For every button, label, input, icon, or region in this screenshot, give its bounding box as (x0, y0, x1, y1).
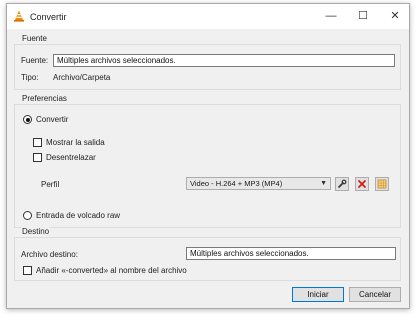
append-converted-checkbox[interactable] (23, 266, 32, 275)
destination-group: Destino Archivo destino: Múltiples archi… (14, 227, 401, 281)
vlc-cone-icon (14, 10, 24, 22)
minimize-button[interactable]: — (315, 4, 347, 29)
source-label: Fuente: (21, 56, 49, 65)
show-output-checkbox[interactable] (33, 138, 42, 147)
destination-group-title: Destino (21, 227, 51, 236)
type-label: Tipo: (21, 73, 39, 82)
source-group: Fuente Fuente: Múltiples archivos selecc… (14, 34, 401, 90)
profile-select-value: Video - H.264 + MP3 (MP4) (190, 179, 283, 188)
raw-dump-radio[interactable] (23, 211, 32, 220)
show-output-label: Mostrar la salida (46, 138, 105, 147)
edit-profile-button[interactable] (335, 177, 349, 191)
maximize-button[interactable]: ☐ (347, 4, 379, 29)
profile-label: Perfil (41, 180, 60, 189)
convert-label: Convertir (36, 115, 69, 124)
wrench-icon (338, 179, 347, 188)
preferences-group: Preferencias Convertir Mostrar la salida… (14, 94, 401, 228)
dest-file-label: Archivo destino: (21, 250, 78, 259)
chevron-down-icon: ▼ (320, 180, 327, 187)
raw-dump-label: Entrada de volcado raw (36, 211, 121, 220)
dest-file-field[interactable]: Múltiples archivos seleccionados. (186, 247, 396, 260)
cancel-button[interactable]: Cancelar (349, 287, 401, 302)
new-profile-button[interactable] (375, 177, 389, 191)
convert-dialog: Convertir — ☐ ✕ Fuente Fuente: Múltiples… (6, 3, 410, 309)
deinterlace-label: Desentrelazar (46, 153, 96, 162)
profile-select[interactable]: Video - H.264 + MP3 (MP4) ▼ (186, 177, 331, 190)
start-button[interactable]: Iniciar (292, 287, 344, 302)
type-value: Archivo/Carpeta (53, 73, 111, 82)
source-field[interactable]: Múltiples archivos seleccionados. (53, 54, 395, 67)
new-profile-icon (377, 179, 387, 189)
deinterlace-checkbox[interactable] (33, 153, 42, 162)
preferences-group-title: Preferencias (21, 94, 68, 103)
delete-icon (358, 180, 366, 188)
title-bar: Convertir — ☐ ✕ (7, 4, 409, 29)
close-button[interactable]: ✕ (379, 4, 411, 29)
delete-profile-button[interactable] (355, 177, 369, 191)
source-group-title: Fuente (21, 34, 48, 43)
append-converted-label: Añadir «-converted» al nombre del archiv… (36, 266, 187, 275)
window-title: Convertir (30, 12, 67, 22)
convert-radio[interactable] (23, 115, 32, 124)
radio-selected-dot (25, 117, 30, 122)
